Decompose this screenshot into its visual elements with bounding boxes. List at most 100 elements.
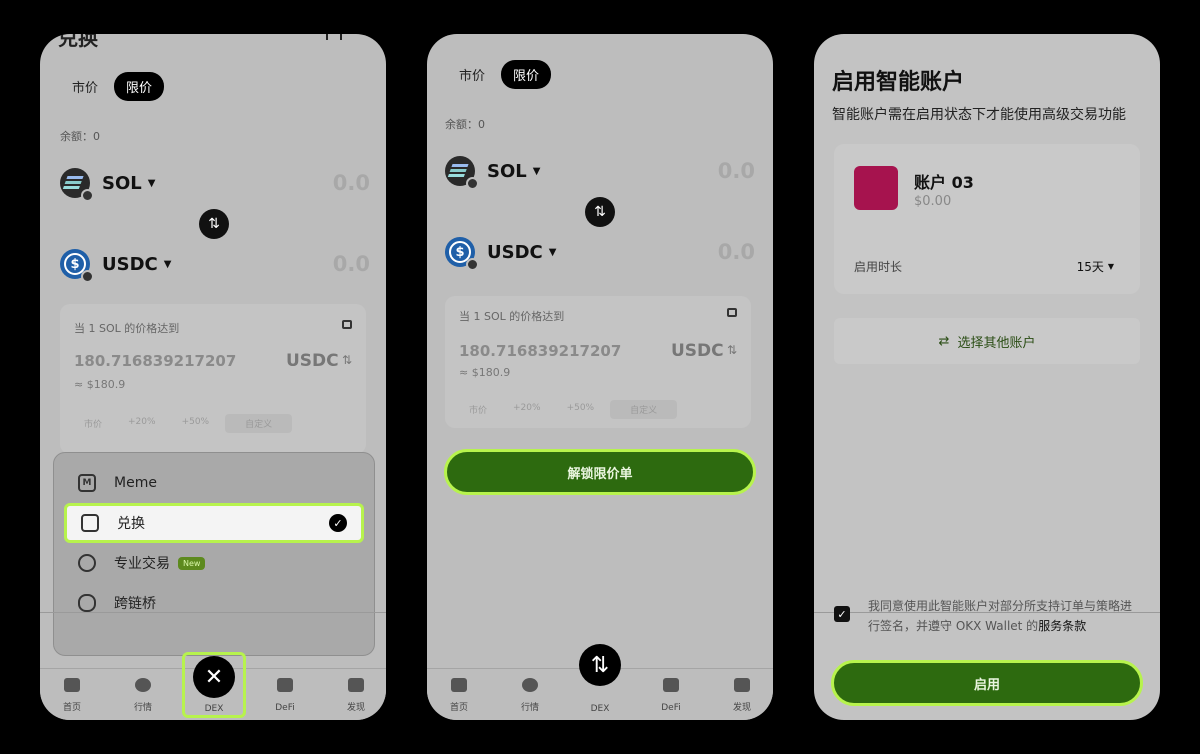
from-token-row[interactable]: SOL ▼ 0.0: [445, 156, 755, 190]
avatar: [854, 166, 898, 210]
from-amount-input[interactable]: 0.0: [718, 159, 755, 183]
tab-market[interactable]: 市价: [60, 72, 110, 101]
lock-icon: [342, 320, 352, 329]
tab-market[interactable]: 市价: [447, 60, 497, 89]
nav-discover[interactable]: 发现: [712, 678, 772, 714]
switch-icon: ⇄: [938, 333, 950, 349]
limit-title: 当 1 SOL 的价格达到: [459, 310, 565, 323]
chip-plus50[interactable]: +50%: [172, 414, 220, 433]
page-title: 启用智能账户: [832, 70, 965, 95]
chip-market[interactable]: 市价: [74, 414, 112, 433]
limit-price-card: 当 1 SOL 的价格达到 180.716839217207 USDC ⇅ ≈ …: [445, 296, 751, 428]
meme-icon: M: [78, 474, 96, 492]
to-token-row[interactable]: USDC ▼ 0.0: [60, 249, 370, 283]
menu-item-label: Meme: [114, 475, 157, 491]
enable-button[interactable]: 启用: [831, 660, 1143, 706]
duration-label: 启用时长: [854, 260, 903, 274]
menu-item-pro-trade[interactable]: 专业交易 New: [64, 543, 364, 583]
bridge-icon: [78, 594, 96, 612]
caret-down-icon[interactable]: ▼: [533, 166, 541, 177]
from-amount-input[interactable]: 0.0: [333, 171, 370, 195]
chip-custom[interactable]: 自定义: [225, 414, 293, 433]
swap-arrows-icon[interactable]: ⇅: [579, 644, 621, 686]
account-balance: $0.00: [914, 194, 952, 209]
agree-checkbox[interactable]: ✓: [834, 606, 850, 622]
swap-unit-icon[interactable]: ⇅: [727, 343, 737, 357]
page-subtitle: 智能账户需在启用状态下才能使用高级交易功能: [832, 107, 1126, 123]
chip-market[interactable]: 市价: [459, 400, 497, 419]
chip-plus20[interactable]: +20%: [118, 414, 166, 433]
check-icon: ✓: [329, 514, 347, 532]
chip-custom[interactable]: 自定义: [610, 400, 678, 419]
nav-label: DeFi: [275, 703, 295, 713]
menu-item-meme[interactable]: M Meme: [64, 463, 364, 503]
swap-unit-icon[interactable]: ⇅: [342, 353, 352, 367]
duration-select[interactable]: 15天 ▼: [1077, 258, 1114, 275]
telescope-icon: [348, 678, 364, 692]
limit-unit: USDC: [671, 341, 724, 361]
phone-swap-menu: 兑换 市价 限价 余额：0 SOL ▼ 0.0 ⇅ USDC ▼ 0.0 当 1…: [40, 34, 386, 720]
from-token-row[interactable]: SOL ▼ 0.0: [60, 168, 370, 202]
tab-limit[interactable]: 限价: [501, 60, 552, 89]
new-badge: New: [178, 556, 206, 570]
nav-home[interactable]: 首页: [42, 678, 102, 714]
to-token-name: USDC: [487, 241, 543, 263]
nav-label: 首页: [449, 703, 468, 713]
to-token-row[interactable]: USDC ▼ 0.0: [445, 237, 755, 271]
account-name: 账户 03: [914, 173, 974, 192]
other-account-label: 选择其他账户: [957, 335, 1036, 351]
caret-down-icon[interactable]: ▼: [148, 178, 156, 189]
defi-icon: [663, 678, 679, 692]
caret-down-icon: ▼: [1107, 262, 1114, 271]
swap-grid-icon: [81, 514, 99, 532]
pro-trade-icon: [78, 554, 96, 572]
to-amount-input[interactable]: 0.0: [718, 240, 755, 264]
limit-title: 当 1 SOL 的价格达到: [74, 322, 180, 335]
select-other-account-button[interactable]: ⇄ 选择其他账户: [834, 318, 1140, 364]
phone-limit-order: 市价 限价 余额：0 SOL ▼ 0.0 ⇅ USDC ▼ 0.0 当 1 SO…: [427, 34, 773, 720]
limit-price-input[interactable]: 180.716839217207: [74, 352, 236, 370]
terms-link[interactable]: 服务条款: [1038, 619, 1086, 633]
swap-direction-button[interactable]: ⇅: [585, 197, 615, 227]
limit-approx: ≈ $180.9: [74, 378, 126, 391]
price-preset-chips: 市价 +20% +50% 自定义: [459, 400, 678, 419]
nav-defi[interactable]: DeFi: [255, 678, 315, 714]
order-type-tabs: 市价 限价: [447, 60, 552, 89]
balance-label: 余额：0: [60, 130, 100, 143]
nav-market[interactable]: 行情: [500, 678, 560, 714]
menu-item-swap[interactable]: 兑换 ✓: [64, 503, 364, 543]
nav-market[interactable]: 行情: [113, 678, 173, 714]
lock-icon: [727, 308, 737, 317]
limit-price-card: 当 1 SOL 的价格达到 180.716839217207 USDC ⇅ ≈ …: [60, 304, 366, 454]
limit-price-input[interactable]: 180.716839217207: [459, 342, 621, 360]
sol-icon: [60, 168, 94, 202]
menu-item-bridge[interactable]: 跨链桥: [64, 583, 364, 623]
caret-down-icon[interactable]: ▼: [549, 247, 557, 258]
nav-defi[interactable]: DeFi: [641, 678, 701, 714]
from-token-name: SOL: [487, 160, 527, 182]
nav-home[interactable]: 首页: [429, 678, 489, 714]
dex-menu: M Meme 兑换 ✓ 专业交易 New 跨链桥: [53, 452, 375, 656]
duration-value: 15天: [1076, 260, 1104, 274]
nav-label: DeFi: [661, 703, 681, 713]
to-amount-input[interactable]: 0.0: [333, 252, 370, 276]
filter-icon[interactable]: [326, 34, 342, 40]
nav-discover[interactable]: 发现: [326, 678, 386, 714]
chip-plus50[interactable]: +50%: [557, 400, 605, 419]
caret-down-icon[interactable]: ▼: [164, 259, 172, 270]
defi-icon: [277, 678, 293, 692]
tab-limit[interactable]: 限价: [114, 72, 165, 101]
usdc-icon: [445, 237, 479, 271]
unlock-limit-button[interactable]: 解锁限价单: [444, 449, 756, 495]
agreement-body: 我同意使用此智能账户对部分所支持订单与策略进行签名，并遵守 OKX Wallet…: [868, 599, 1133, 633]
chip-plus20[interactable]: +20%: [503, 400, 551, 419]
nav-label: 发现: [346, 703, 365, 713]
swap-direction-button[interactable]: ⇅: [199, 209, 229, 239]
price-preset-chips: 市价 +20% +50% 自定义: [74, 414, 293, 433]
nav-dex[interactable]: DEX: [570, 687, 630, 714]
usdc-icon: [60, 249, 94, 283]
close-icon[interactable]: ✕: [193, 656, 235, 698]
telescope-icon: [734, 678, 750, 692]
limit-approx: ≈ $180.9: [459, 366, 511, 379]
nav-label: 发现: [732, 703, 751, 713]
